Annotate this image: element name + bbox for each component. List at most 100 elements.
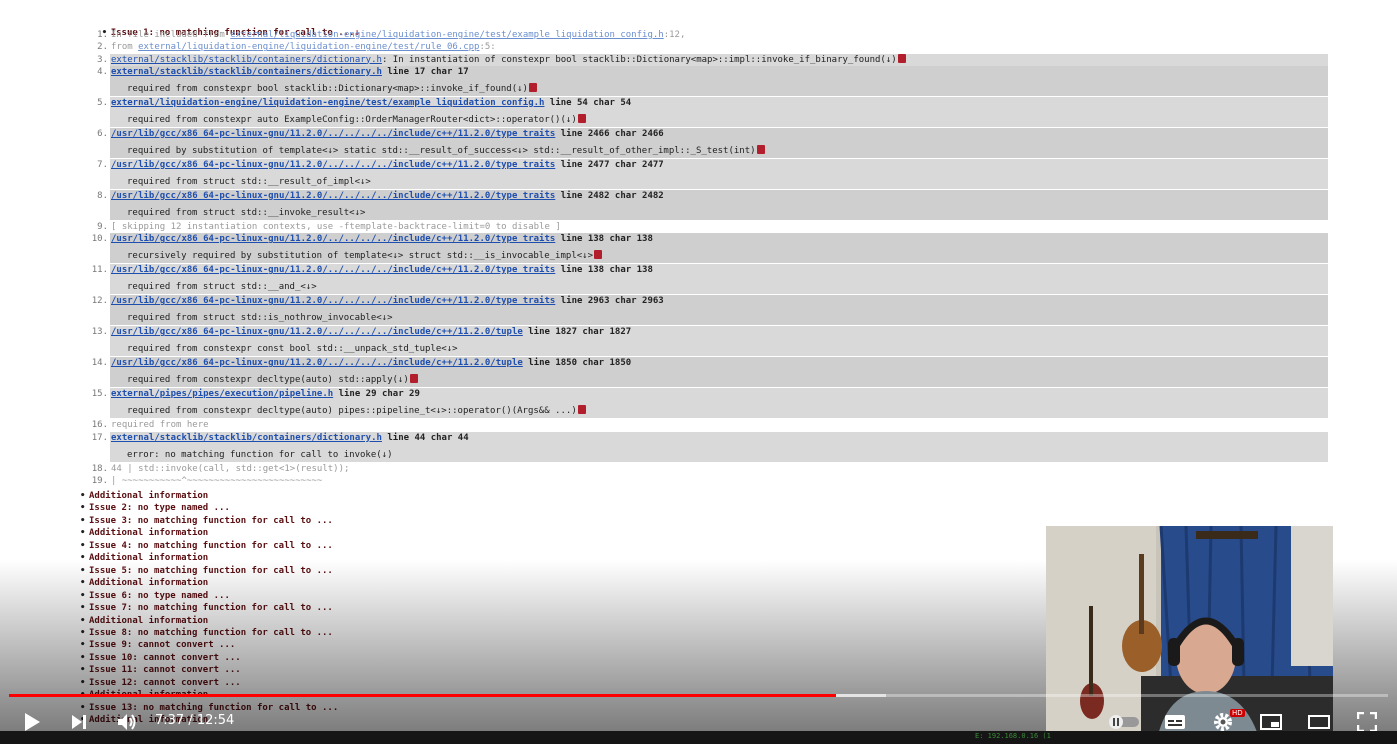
required-from-text: required from struct std::__invoke_resul… [127, 207, 365, 219]
issue-summary-item[interactable]: • Issue 4: no matching function for call … [80, 540, 333, 552]
line-number: 10. [91, 234, 108, 245]
plain-text: | ~~~~~~~~~~~^~~~~~~~~~~~~~~~~~~~~~~~~~ [111, 475, 323, 486]
subtitles-icon [1165, 715, 1185, 729]
issue-summary-label: Issue 4: no matching function for call t… [89, 540, 333, 551]
docs-book-icon[interactable] [594, 250, 602, 260]
required-from-label: required from constexpr decltype(auto) s… [127, 375, 409, 386]
miniplayer-icon [1260, 714, 1282, 730]
source-file-link[interactable]: /usr/lib/gcc/x86_64-pc-linux-gnu/11.2.0/… [111, 327, 523, 337]
bullet-icon: • [80, 515, 86, 526]
source-file-link[interactable]: external/liquidation-engine/liquidation-… [138, 42, 479, 52]
trace-line: [ skipping 12 instantiation contexts, us… [111, 221, 561, 233]
required-from-text: required by substitution of template<↓> … [127, 144, 765, 157]
docs-book-icon[interactable] [577, 113, 586, 123]
issue-summary-item[interactable]: •Additional information [80, 527, 208, 539]
line-number: 2. [97, 42, 108, 53]
trace-line: /usr/lib/gcc/x86_64-pc-linux-gnu/11.2.0/… [111, 295, 664, 307]
required-from-label: required from struct std::__invoke_resul… [127, 207, 366, 218]
source-file-link[interactable]: external/stacklib/stacklib/containers/di… [111, 55, 382, 65]
line-number: 7. [97, 159, 108, 170]
trace-line: In file included from external/liquidati… [111, 29, 685, 41]
trace-line: /usr/lib/gcc/x86_64-pc-linux-gnu/11.2.0/… [111, 264, 653, 276]
source-file-link[interactable]: /usr/lib/gcc/x86_64-pc-linux-gnu/11.2.0/… [111, 191, 555, 201]
trace-line: /usr/lib/gcc/x86_64-pc-linux-gnu/11.2.0/… [111, 357, 631, 369]
line-char-position: line 138 char 138 [555, 265, 653, 276]
source-file-link[interactable]: external/stacklib/stacklib/containers/di… [111, 67, 382, 77]
bullet-icon: • [80, 528, 86, 539]
required-from-label: required from constexpr auto ExampleConf… [127, 114, 577, 125]
skip-notice: [ skipping 12 instantiation contexts, us… [111, 221, 561, 232]
next-icon [72, 715, 86, 729]
source-file-link[interactable]: /usr/lib/gcc/x86_64-pc-linux-gnu/11.2.0/… [111, 296, 555, 306]
play-icon [25, 713, 40, 731]
issue-summary-item[interactable]: •Additional information [80, 490, 208, 502]
docs-book-icon[interactable] [756, 144, 765, 154]
trace-line: | ~~~~~~~~~~~^~~~~~~~~~~~~~~~~~~~~~~~~~ [111, 475, 322, 487]
issue-summary-item[interactable]: • Issue 2: no type named ... [80, 502, 230, 514]
line-char-position: line 2963 char 2963 [555, 296, 664, 307]
required-from-label: required from struct std::__and_<↓> [127, 282, 317, 293]
line-char-position: line 2477 char 2477 [555, 159, 664, 170]
trace-line: external/stacklib/stacklib/containers/di… [111, 432, 469, 444]
source-file-link[interactable]: /usr/lib/gcc/x86_64-pc-linux-gnu/11.2.0/… [111, 129, 555, 139]
video-frame[interactable]: • Issue 1: no matching function for call … [0, 0, 1397, 744]
line-number: 6. [97, 128, 108, 139]
source-file-link[interactable]: /usr/lib/gcc/x86_64-pc-linux-gnu/11.2.0/… [111, 358, 523, 368]
docs-book-icon[interactable] [409, 374, 418, 384]
bullet-icon: • [80, 491, 86, 501]
required-from-label: required from struct std::__result_of_im… [127, 176, 371, 187]
bullet-icon: • [80, 540, 86, 551]
source-file-link[interactable]: /usr/lib/gcc/x86_64-pc-linux-gnu/11.2.0/… [111, 265, 555, 275]
line-number: 1. [97, 30, 108, 40]
trace-prefix: from [111, 42, 139, 53]
required-from-label: required from constexpr decltype(auto) p… [127, 406, 577, 417]
trace-line: external/stacklib/stacklib/containers/di… [111, 66, 469, 78]
docs-book-icon[interactable] [528, 82, 537, 92]
line-char-position: line 54 char 54 [544, 97, 632, 108]
required-from-label: error: no matching function for call to … [127, 449, 393, 460]
docs-book-icon[interactable] [897, 53, 906, 63]
webcam-scene [1046, 526, 1333, 744]
line-char-position: line 2466 char 2466 [555, 128, 664, 139]
issue-summary-label: Issue 3: no matching function for call t… [89, 515, 333, 526]
trace-line: /usr/lib/gcc/x86_64-pc-linux-gnu/11.2.0/… [111, 233, 653, 245]
source-file-link[interactable]: external/liquidation-engine/liquidation-… [111, 98, 544, 108]
line-number: 12. [91, 296, 108, 307]
required-from-label: required from constexpr bool stacklib::D… [127, 83, 528, 94]
system-taskbar: E: 192.168.0.16 (1 [0, 731, 1397, 744]
line-number: 15. [91, 389, 108, 400]
required-from-text: required from struct std::__result_of_im… [127, 176, 371, 188]
source-file-link[interactable]: external/stacklib/stacklib/containers/di… [111, 433, 382, 443]
required-from-label: required from struct std::is_nothrow_inv… [127, 313, 393, 324]
trace-suffix: :5: [479, 42, 496, 53]
webcam-overlay [1046, 526, 1333, 744]
required-from-text: required from constexpr const bool std::… [127, 343, 458, 355]
trace-line: /usr/lib/gcc/x86_64-pc-linux-gnu/11.2.0/… [111, 128, 664, 140]
line-number: 17. [91, 432, 108, 443]
source-file-link[interactable]: /usr/lib/gcc/x86_64-pc-linux-gnu/11.2.0/… [111, 234, 555, 244]
trace-suffix: :12, [663, 30, 686, 40]
source-file-link[interactable]: /usr/lib/gcc/x86_64-pc-linux-gnu/11.2.0/… [111, 160, 555, 170]
hd-badge: HD [1230, 709, 1245, 717]
issue-summary-item[interactable]: • Issue 3: no matching function for call … [80, 515, 333, 527]
line-number: 3. [97, 54, 108, 65]
pause-toggle-icon [1109, 715, 1139, 729]
bullet-icon: • [80, 503, 86, 514]
trace-line: external/pipes/pipes/execution/pipeline.… [111, 388, 420, 400]
docs-book-icon[interactable] [577, 405, 586, 415]
line-char-position: line 44 char 44 [381, 432, 469, 443]
line-char-position: line 1850 char 1850 [522, 358, 632, 369]
trace-prefix: In file included from [111, 30, 231, 40]
line-number: 11. [91, 265, 108, 276]
line-char-position: line 17 char 17 [381, 66, 469, 77]
required-from-text: recursively required by substitution of … [127, 250, 602, 262]
source-file-link[interactable]: external/liquidation-engine/liquidation-… [230, 30, 663, 40]
trace-line: /usr/lib/gcc/x86_64-pc-linux-gnu/11.2.0/… [111, 326, 631, 338]
fullscreen-icon [1357, 712, 1377, 732]
required-from-text: error: no matching function for call to … [127, 449, 393, 461]
line-number: 9. [97, 221, 108, 232]
progress-played[interactable] [9, 694, 836, 697]
source-file-link[interactable]: external/pipes/pipes/execution/pipeline.… [111, 389, 333, 399]
line-number: 18. [91, 463, 108, 474]
trace-suffix: : In instantiation of constexpr bool sta… [381, 54, 897, 65]
